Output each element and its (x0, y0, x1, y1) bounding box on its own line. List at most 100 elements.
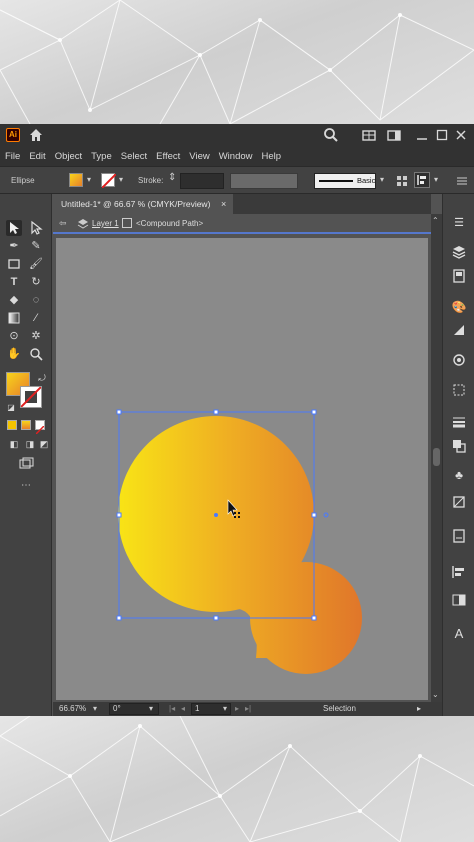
chevron-down-icon[interactable]: ▾ (149, 704, 153, 713)
gradient-mode-button[interactable] (21, 420, 31, 430)
artwork[interactable] (56, 238, 428, 700)
menu-help[interactable]: Help (262, 151, 282, 162)
none-mode-button[interactable] (35, 420, 45, 435)
chevron-down-icon[interactable]: ▾ (380, 175, 384, 184)
menu-bar: File Edit Object Type Select Effect View… (0, 146, 474, 166)
search-icon[interactable] (323, 127, 339, 143)
back-arrow-icon[interactable]: ⇦ (59, 218, 67, 229)
gradient-tool-icon[interactable] (6, 310, 22, 326)
symbol-sprayer-tool-icon[interactable]: ✲ (28, 328, 44, 344)
align-panel-icon[interactable] (451, 564, 467, 580)
color-guide-icon[interactable] (451, 322, 467, 338)
minimize-icon[interactable] (414, 127, 430, 143)
compound-path-icon (122, 218, 132, 228)
more-tools-icon[interactable]: ⋯ (18, 478, 34, 494)
stroke-weight-field[interactable] (180, 173, 224, 189)
control-bar: Ellipse ▾ ▾ Stroke: ⇕ Basic ▾ ▾ (0, 166, 474, 194)
maximize-icon[interactable] (434, 127, 450, 143)
artboard[interactable] (56, 238, 428, 700)
close-tab-icon[interactable]: × (221, 194, 226, 214)
rotation-value: 0° (113, 704, 121, 713)
artboards-icon[interactable] (451, 528, 467, 544)
menu-file[interactable]: File (5, 151, 20, 162)
scroll-thumb[interactable] (433, 448, 440, 466)
transparency-icon[interactable] (451, 592, 467, 608)
previous-artboard-icon[interactable]: ◂ (181, 704, 185, 713)
next-artboard-icon[interactable]: ▸ (235, 704, 239, 713)
default-colors-icon[interactable]: ◪ (3, 400, 19, 416)
menu-view[interactable]: View (189, 151, 209, 162)
menu-effect[interactable]: Effect (156, 151, 180, 162)
stroke-color-box[interactable] (20, 386, 42, 408)
tools-panel: ✒ ✎ 🖌 T ↻ ◆ ◌ ⁄ ⊙ ✲ ✋ ⤾ ◪ ◧ ◨ ◩ ⋯ (0, 194, 52, 716)
align-icon[interactable] (414, 172, 430, 188)
chevron-down-icon[interactable]: ▾ (119, 175, 123, 184)
properties-icon[interactable]: ☰ (451, 216, 467, 232)
layers-icon[interactable] (451, 244, 467, 260)
rotate-tool-icon[interactable]: ↻ (28, 274, 44, 290)
character-icon[interactable]: A (451, 626, 467, 642)
zoom-level[interactable]: 66.67% (59, 704, 86, 713)
close-icon[interactable] (453, 127, 469, 143)
eyedropper-tool-icon[interactable]: ⁄ (28, 310, 44, 326)
scroll-up-icon[interactable]: ⌃ (432, 216, 439, 225)
recolor-icon[interactable] (396, 174, 408, 186)
brush-definition[interactable]: Basic (314, 173, 376, 189)
symbols-icon[interactable]: ♣ (451, 468, 467, 484)
menu-object[interactable]: Object (55, 151, 82, 162)
menu-window[interactable]: Window (219, 151, 253, 162)
transform-icon[interactable] (451, 382, 467, 398)
menu-type[interactable]: Type (91, 151, 112, 162)
chevron-down-icon[interactable]: ▾ (87, 175, 91, 184)
chevron-down-icon[interactable]: ▾ (434, 175, 438, 184)
swap-fill-stroke-icon[interactable]: ⤾ (34, 370, 50, 386)
paintbrush-tool-icon[interactable]: 🖌 (28, 256, 44, 272)
menu-lines-icon[interactable] (456, 174, 468, 186)
libraries-icon[interactable] (451, 268, 467, 284)
canvas[interactable] (53, 236, 431, 702)
change-screen-mode-icon[interactable] (18, 456, 34, 472)
title-bar: Ai (0, 124, 474, 146)
eraser-tool-icon[interactable]: ◆ (6, 292, 22, 308)
color-icon[interactable]: 🎨 (451, 300, 467, 316)
fill-swatch[interactable] (69, 173, 83, 187)
first-artboard-icon[interactable]: |◂ (169, 704, 175, 713)
blend-tool-icon[interactable]: ⊙ (6, 328, 22, 344)
draw-inside-icon[interactable]: ◩ (36, 436, 52, 452)
app-logo: Ai (6, 128, 20, 142)
direct-selection-tool-icon[interactable] (28, 220, 44, 236)
curvature-tool-icon[interactable]: ✎ (28, 238, 44, 254)
color-mode-button[interactable] (7, 420, 17, 430)
layers-small-icon (77, 217, 89, 235)
appearance-icon[interactable] (451, 352, 467, 368)
chevron-down-icon[interactable]: ▾ (93, 704, 97, 713)
lasso-tool-icon[interactable]: ◌ (28, 292, 44, 308)
stepper-icon[interactable]: ⇕ (168, 172, 176, 183)
current-tool-label: Selection (323, 704, 356, 713)
rectangle-tool-icon[interactable] (6, 256, 22, 272)
stroke-panel-icon[interactable] (451, 414, 467, 430)
document-tab[interactable]: Untitled-1* @ 66.67 % (CMYK/Preview) × (53, 194, 233, 214)
workspace-icon[interactable] (386, 127, 402, 143)
status-menu-icon[interactable]: ▸ (417, 704, 421, 713)
pen-tool-icon[interactable]: ✒ (6, 238, 22, 254)
type-tool-icon[interactable]: T (6, 274, 22, 290)
menu-edit[interactable]: Edit (29, 151, 45, 162)
breadcrumb-layer[interactable]: Layer 1 (92, 219, 119, 228)
last-artboard-icon[interactable]: ▸| (245, 704, 251, 713)
stroke-swatch[interactable] (101, 173, 117, 189)
scroll-down-icon[interactable]: ⌄ (432, 690, 439, 699)
arrange-documents-icon[interactable] (361, 127, 377, 143)
home-icon[interactable] (28, 127, 44, 143)
variable-width-profile[interactable] (230, 173, 298, 189)
menu-select[interactable]: Select (121, 151, 147, 162)
graphic-styles-icon[interactable] (451, 494, 467, 510)
pathfinder-icon[interactable] (451, 438, 467, 454)
hand-tool-icon[interactable]: ✋ (6, 346, 22, 362)
chevron-down-icon[interactable]: ▾ (223, 704, 227, 713)
selection-tool-icon[interactable] (6, 220, 22, 236)
vertical-scrollbar[interactable]: ⌃ ⌄ (431, 214, 442, 702)
background-pattern-bottom (0, 716, 474, 842)
draw-normal-icon[interactable]: ◧ (6, 436, 22, 452)
zoom-tool-icon[interactable] (28, 346, 44, 362)
